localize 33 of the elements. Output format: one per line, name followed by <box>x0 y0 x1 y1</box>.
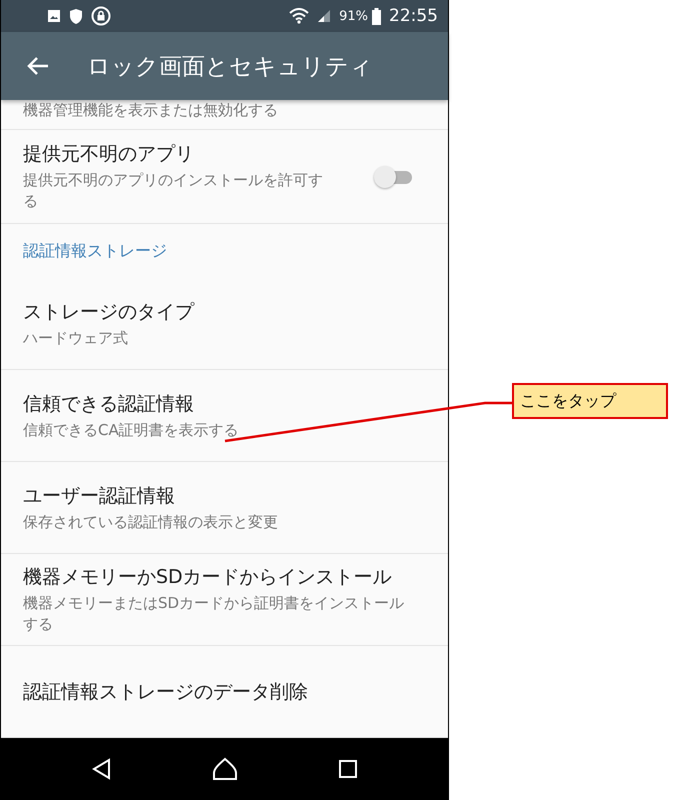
setting-item[interactable]: 提供元不明のアプリ 提供元不明のアプリのインストールを許可する <box>1 130 448 224</box>
battery-icon <box>372 8 381 24</box>
square-icon[interactable] <box>338 759 358 779</box>
setting-summary: 機器メモリーまたはSDカードから証明書をインストールする <box>23 593 406 635</box>
back-triangle-icon[interactable] <box>90 758 113 780</box>
callout-label: ここをタップ <box>512 383 668 419</box>
setting-summary: 提供元不明のアプリのインストールを許可する <box>23 170 324 212</box>
setting-summary: 機器管理機能を表示または無効化する <box>23 100 278 121</box>
setting-item[interactable]: ストレージのタイプ ハードウェア式 <box>1 278 448 370</box>
setting-title: 提供元不明のアプリ <box>23 142 195 168</box>
image-icon <box>47 9 61 23</box>
setting-title: ストレージのタイプ <box>23 300 196 324</box>
home-icon[interactable] <box>212 757 238 781</box>
setting-title: 機器メモリーかSDカードからインストール <box>23 565 393 590</box>
setting-summary: 信頼できるCA証明書を表示する <box>23 420 240 440</box>
setting-item[interactable]: 機器メモリーかSDカードからインストール 機器メモリーまたはSDカードから証明書をインストールする <box>1 554 448 646</box>
setting-title: ユーザー認証情報 <box>23 484 176 508</box>
setting-summary: 保存されている認証情報の表示と変更 <box>23 512 279 532</box>
screen-title: ロック画面とセキュリティ <box>87 52 373 82</box>
shield-icon <box>69 8 83 24</box>
setting-title: 信頼できる認証情報 <box>23 392 195 416</box>
setting-summary: ハードウェア式 <box>23 328 129 348</box>
wifi-icon <box>289 8 310 24</box>
signal-icon <box>317 9 332 23</box>
toggle-switch[interactable] <box>374 166 414 188</box>
lock-icon <box>91 6 111 26</box>
battery-percentage: 91% <box>339 8 368 24</box>
section-header: 認証情報ストレージ <box>23 240 167 262</box>
setting-item[interactable]: 信頼できる認証情報 信頼できるCA証明書を表示する <box>1 370 448 462</box>
setting-item[interactable]: ユーザー認証情報 保存されている認証情報の表示と変更 <box>1 462 448 554</box>
setting-title: 認証情報ストレージのデータ削除 <box>23 680 309 704</box>
back-arrow-icon <box>27 56 49 76</box>
clock-time: 22:55 <box>389 6 438 26</box>
